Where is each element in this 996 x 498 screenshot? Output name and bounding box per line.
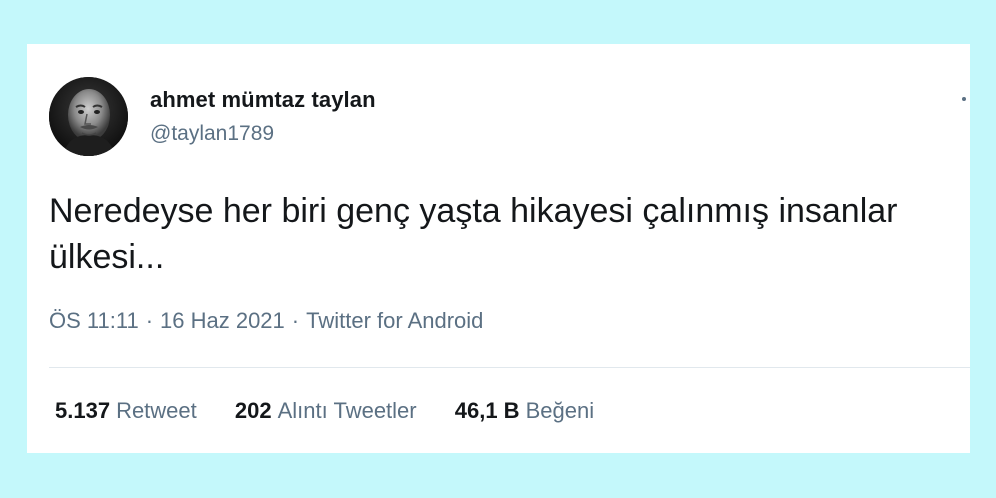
stat-value: 5.137	[55, 398, 111, 423]
tweet-text: Neredeyse her biri genç yaşta hikayesi ç…	[49, 192, 898, 276]
tweet-stats: 5.137 Retweet 202 Alıntı Tweetler 46,1 B Be…	[55, 398, 626, 424]
meta-separator: ·	[145, 308, 154, 333]
stat-label: Beğeni	[525, 398, 595, 423]
divider	[49, 367, 970, 368]
stat-retweets[interactable]: 5.137 Retweet	[55, 398, 197, 424]
author-name[interactable]: ahmet mümtaz taylan	[150, 87, 376, 113]
stat-label: Alıntı Tweetler	[277, 398, 417, 423]
stat-value: 202	[234, 398, 272, 423]
more-dot-icon[interactable]	[962, 97, 966, 101]
tweet-meta: ÖS 11:11 · 16 Haz 2021 · Twitter for Android	[49, 308, 483, 334]
tweet-card: ahmet mümtaz taylan @taylan1789 Neredeys…	[27, 44, 970, 453]
avatar-portrait	[49, 77, 128, 156]
tweet-source[interactable]: Twitter for Android	[306, 308, 483, 333]
meta-separator: ·	[291, 308, 300, 333]
stat-likes[interactable]: 46,1 B Beğeni	[455, 398, 594, 424]
stat-label: Retweet	[116, 398, 197, 423]
stat-quote-tweets[interactable]: 202 Alıntı Tweetler	[235, 398, 417, 424]
author-handle[interactable]: @taylan1789	[150, 122, 274, 146]
stat-value: 46,1 B	[454, 398, 520, 423]
tweet-time[interactable]: ÖS 11:11	[49, 308, 139, 333]
tweet-date[interactable]: 16 Haz 2021	[160, 308, 285, 333]
avatar[interactable]	[49, 77, 128, 156]
